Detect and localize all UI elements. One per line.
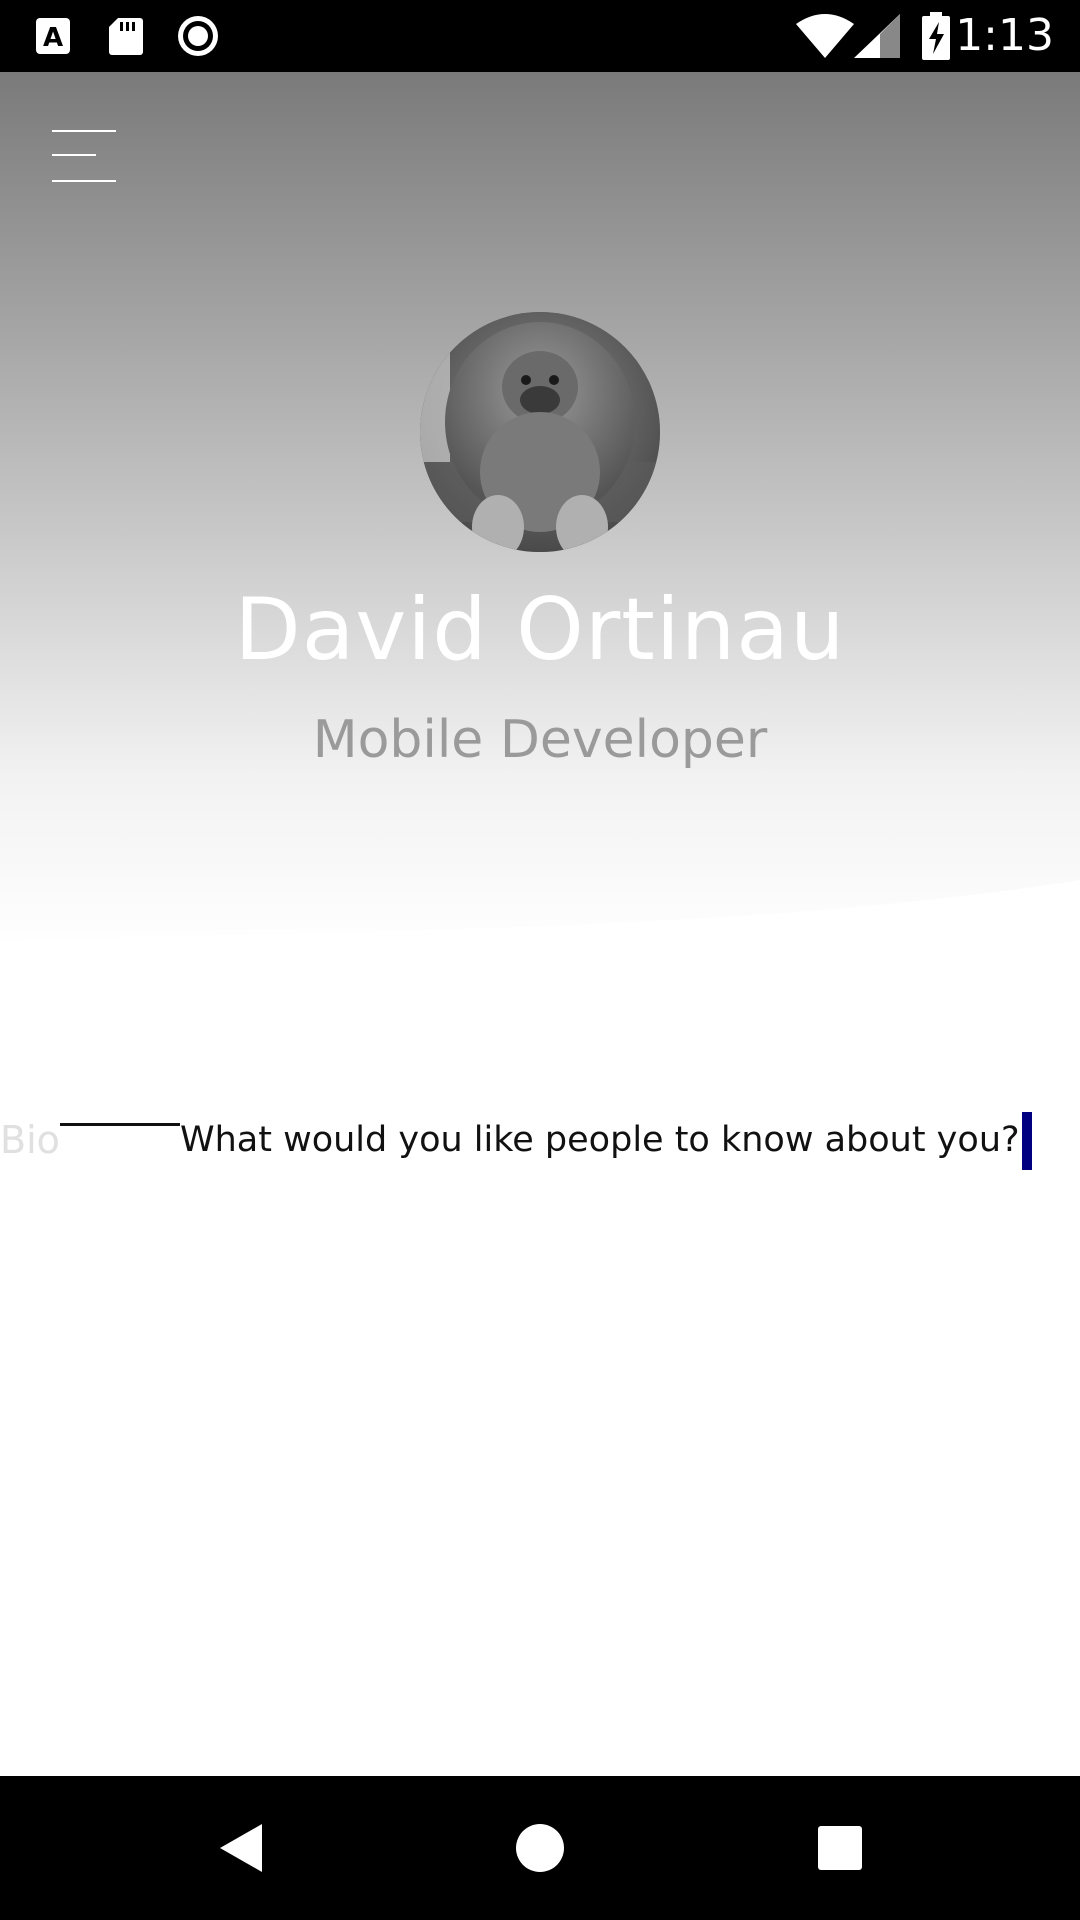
wifi-icon <box>796 14 854 58</box>
status-bar: A 1:13 <box>0 0 1080 72</box>
profile-screen: A 1:13 David Ortinau Mobile Developer Bi… <box>0 0 1080 1920</box>
sd-card-icon <box>109 18 143 55</box>
avatar-photo <box>420 312 660 552</box>
home-icon[interactable] <box>492 1800 588 1896</box>
recents-icon[interactable] <box>792 1800 888 1896</box>
back-icon[interactable] <box>192 1800 288 1896</box>
bio-input[interactable]: What would you like people to know about… <box>180 1112 1032 1170</box>
profile-name: David Ortinau <box>234 580 846 680</box>
navigation-bar <box>0 1776 1080 1920</box>
signal-icon <box>854 14 900 58</box>
status-time: 1:13 <box>955 10 1054 61</box>
svg-text:A: A <box>43 23 63 53</box>
text-caret <box>1021 1112 1032 1170</box>
bio-divider <box>60 1123 180 1126</box>
bio-input-text: What would you like people to know about… <box>180 1120 1020 1160</box>
a-notification-icon: A <box>36 18 70 54</box>
profile-avatar[interactable] <box>420 312 660 552</box>
record-icon <box>178 16 218 56</box>
bio-label: Bio <box>0 1118 60 1162</box>
header-curve <box>0 880 1080 1010</box>
profile-role: Mobile Developer <box>312 710 768 770</box>
hamburger-menu-icon[interactable] <box>52 130 116 182</box>
battery-charging-icon <box>922 12 950 60</box>
